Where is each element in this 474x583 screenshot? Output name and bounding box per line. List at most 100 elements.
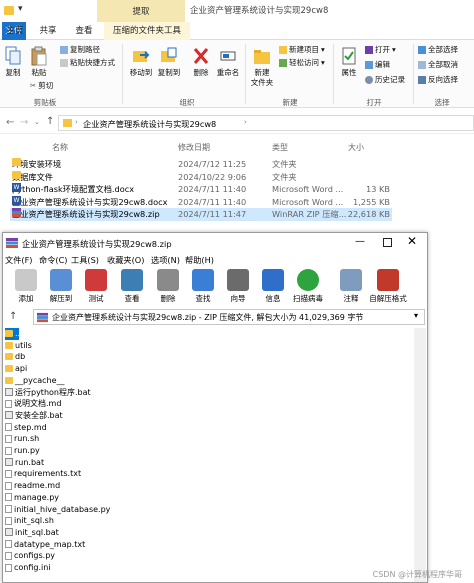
toolbar-button[interactable]: 查找 <box>185 269 221 304</box>
folder-icon <box>5 353 13 361</box>
edit-button[interactable]: 编辑 <box>365 60 390 70</box>
path-field[interactable]: 企业资产管理系统设计与实现29cw8.zip - ZIP 压缩文件, 解包大小为… <box>33 309 425 325</box>
archive-entry[interactable]: init_sql.bat <box>5 527 59 539</box>
archive-entry[interactable]: db <box>5 351 25 363</box>
toolbar-button[interactable]: 信息 <box>255 269 291 304</box>
menu-item[interactable]: 收藏夹(O) <box>107 253 144 267</box>
back-arrow-icon[interactable]: ← <box>6 117 14 128</box>
history-button[interactable]: 历史记录 <box>365 75 405 85</box>
quick-access-toolbar[interactable]: ▾ <box>18 4 23 14</box>
easy-access-button[interactable]: 轻松访问 ▾ <box>279 58 325 68</box>
move-to-button[interactable]: 移动到 <box>128 46 154 78</box>
archive-entry[interactable]: requirements.txt <box>5 468 81 480</box>
archive-entry[interactable]: config.ini <box>5 562 51 574</box>
cut-button[interactable]: ✂ 剪切 <box>30 81 53 91</box>
archive-entry[interactable]: configs.py <box>5 550 55 562</box>
copy-to-button[interactable]: 复制到 <box>156 46 182 78</box>
close-icon[interactable]: ✕ <box>407 234 417 248</box>
address-field[interactable]: › 企业资产管理系统设计与实现29cw8 › <box>58 115 474 131</box>
archive-entry[interactable]: run.bat <box>5 457 44 469</box>
winrar-title: 企业资产管理系统设计与实现29cw8.zip <box>22 239 172 249</box>
info-icon <box>262 269 284 291</box>
archive-entry[interactable]: 安装全部.bat <box>5 410 63 422</box>
move-to-icon <box>133 51 150 62</box>
tab-home[interactable]: 主页 <box>2 22 28 40</box>
toolbar-label: 删除 <box>160 294 176 303</box>
tab-compressed-folder-tools[interactable]: 压缩的文件夹工具 <box>104 22 190 40</box>
toolbar-button[interactable]: 向导 <box>220 269 256 304</box>
menu-item[interactable]: 命令(C) <box>39 253 67 267</box>
toolbar-button[interactable]: 删除 <box>150 269 186 304</box>
ribbon-tabs: 文件 主页 共享 查看 压缩的文件夹工具 <box>0 22 474 40</box>
file-row[interactable]: Wpython-flask环境配置文档.docx 2024/7/11 11:40… <box>10 183 392 196</box>
archive-entry[interactable]: utils <box>5 340 32 352</box>
file-row[interactable]: 数据库文件 2024/10/22 9:06 文件夹 <box>10 170 392 184</box>
file-row[interactable]: W 企业资产管理系统设计与实现29cw8.docx 2024/7/11 11:40… <box>10 195 392 209</box>
forward-arrow-icon[interactable]: → <box>20 117 28 128</box>
folder-icon <box>63 119 72 127</box>
archive-entry[interactable]: run.py <box>5 445 40 457</box>
entry-name: utils <box>15 340 32 350</box>
archive-entry[interactable]: initial_hive_database.py <box>5 504 110 516</box>
archive-entry[interactable]: 说明文档.md <box>5 398 61 410</box>
archive-entry[interactable]: 运行python程序.bat <box>5 387 91 399</box>
toolbar-label: 测试 <box>88 294 104 303</box>
file-row[interactable]: 企业资产管理系统设计与实现29cw8.zip 2024/7/11 11:47 W… <box>10 208 392 222</box>
toolbar-label: 向导 <box>230 294 246 303</box>
menu-item[interactable]: 工具(S) <box>71 253 99 267</box>
archive-entry[interactable]: manage.py <box>5 492 59 504</box>
up-arrow-icon[interactable]: ↑ <box>9 311 17 322</box>
file-row[interactable]: 环境安装环境 2024/7/12 11:25 文件夹 <box>10 158 392 171</box>
archive-entry[interactable]: init_sql.sh <box>5 515 54 527</box>
tab-share[interactable]: 共享 <box>34 22 62 40</box>
window-title: 企业资产管理系统设计与实现29cw8 <box>190 6 329 16</box>
open-button[interactable]: 打开 ▾ <box>365 45 396 55</box>
menu-item[interactable]: 帮助(H) <box>185 253 214 267</box>
select-all-button[interactable]: 全部选择 <box>418 45 458 55</box>
archive-entry[interactable]: api <box>5 363 27 375</box>
toolbar-button[interactable]: 添加 <box>8 269 44 304</box>
bat-icon <box>5 388 13 396</box>
archive-entry[interactable]: datatype_map.txt <box>5 539 85 551</box>
up-arrow-icon[interactable]: ↑ <box>46 116 54 127</box>
breadcrumb-separator-icon: › <box>75 118 78 126</box>
maximize-icon[interactable] <box>383 238 392 247</box>
copy-button[interactable]: 复制 <box>2 46 24 78</box>
paste-button[interactable]: 粘贴 <box>28 46 50 78</box>
file-size: 22,618 KB <box>347 209 390 220</box>
paste-shortcut-button[interactable]: 粘贴快捷方式 <box>60 58 115 68</box>
entry-name: db <box>15 352 26 362</box>
column-header-size[interactable]: 大小 <box>348 142 364 153</box>
copy-icon <box>5 46 21 65</box>
invert-selection-button[interactable]: 反向选择 <box>418 75 458 85</box>
new-item-button[interactable]: 新建项目 ▾ <box>279 45 325 55</box>
archive-entry[interactable]: readme.md <box>5 480 60 492</box>
toolbar-button[interactable]: 自解压格式 <box>363 269 413 304</box>
column-header-date[interactable]: 修改日期 <box>178 142 210 153</box>
archive-entry[interactable]: step.md <box>5 422 47 434</box>
delete-button[interactable]: 删除 <box>190 46 212 78</box>
new-folder-button[interactable]: 新建 文件夹 <box>248 46 276 88</box>
select-none-button[interactable]: 全部取消 <box>418 60 458 70</box>
recent-locations-chevron-icon[interactable]: ⌄ <box>34 118 40 126</box>
toolbar-button[interactable]: 查看 <box>114 269 150 304</box>
archive-entry[interactable]: run.sh <box>5 433 39 445</box>
tab-view[interactable]: 查看 <box>70 22 98 40</box>
column-header-name[interactable]: 名称 <box>52 142 68 153</box>
toolbar-button[interactable]: 扫描病毒 <box>290 269 326 304</box>
toolbar-button[interactable]: 测试 <box>78 269 114 304</box>
menu-item[interactable]: 文件(F) <box>5 253 32 267</box>
archive-entry[interactable]: .. <box>5 328 20 340</box>
rename-button[interactable]: 重命名 <box>214 46 242 78</box>
toolbar-button[interactable]: 解压到 <box>43 269 79 304</box>
folder-icon <box>5 365 13 373</box>
entry-name: readme.md <box>14 481 61 491</box>
archive-entry[interactable]: __pycache__ <box>5 375 65 387</box>
file-type: Microsoft Word ... <box>272 184 344 195</box>
minimize-icon[interactable]: — <box>355 236 365 247</box>
copy-path-button[interactable]: 复制路径 <box>60 45 100 55</box>
menu-item[interactable]: 选项(N) <box>151 253 180 267</box>
vertical-scrollbar[interactable] <box>414 328 426 582</box>
properties-button[interactable]: 属性 <box>338 46 360 78</box>
column-header-type[interactable]: 类型 <box>272 142 288 153</box>
